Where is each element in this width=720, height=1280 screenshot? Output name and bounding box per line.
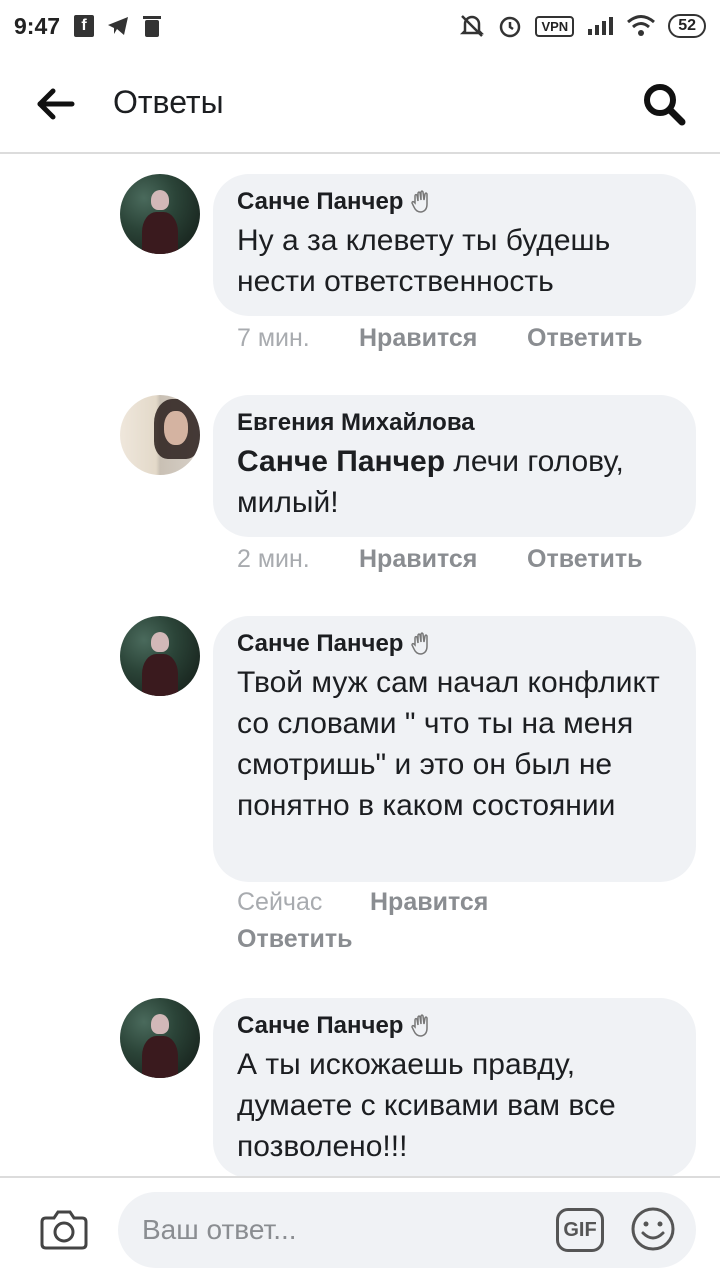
reply-input[interactable]: [142, 1192, 542, 1268]
waving-hand-icon: [411, 632, 429, 655]
like-button[interactable]: Нравится: [370, 888, 488, 917]
comment-time: Сейчас: [237, 888, 323, 916]
reply-composer: GIF: [0, 1176, 720, 1280]
comment-author[interactable]: Санче Панчер: [237, 188, 672, 216]
top-app-bar: Ответы: [0, 52, 720, 154]
comment-author[interactable]: Санче Панчер: [237, 630, 672, 658]
reply-input-container[interactable]: GIF: [118, 1192, 696, 1268]
waving-hand-icon: [411, 1014, 429, 1037]
comment-bubble[interactable]: Санче Панчер Твой муж сам начал конфликт…: [213, 616, 696, 882]
alarm-icon: [500, 16, 521, 38]
comment-author[interactable]: Евгения Михайлова: [237, 409, 672, 437]
mention-link[interactable]: Санче Панчер: [237, 445, 445, 478]
camera-icon[interactable]: [40, 1206, 88, 1250]
comment-bubble[interactable]: Санче Панчер А ты искожаешь правду, дума…: [213, 998, 696, 1178]
wifi-icon: [627, 15, 656, 36]
reply-button[interactable]: Ответить: [527, 324, 643, 353]
reply-button[interactable]: Ответить: [527, 545, 643, 574]
facebook-notification-icon: f: [74, 15, 95, 37]
mute-icon: [460, 15, 485, 37]
comment-text: Санче Панчер лечи голову, милый!: [237, 445, 624, 519]
comment-actions: 7 мин. Нравится Ответить: [237, 324, 643, 353]
trash-notification-icon: [143, 16, 162, 37]
like-button[interactable]: Нравится: [359, 324, 527, 353]
telegram-notification-icon: [108, 17, 129, 35]
battery-indicator: 52: [668, 14, 706, 38]
vpn-indicator: VPN: [535, 15, 575, 37]
comment-author[interactable]: Санче Панчер: [237, 1012, 672, 1040]
status-bar: 9:47 f VPN 52: [0, 0, 720, 52]
status-time: 9:47: [14, 12, 61, 39]
arrow-left-icon[interactable]: [36, 84, 76, 124]
comment-bubble[interactable]: Евгения Михайлова Санче Панчер лечи голо…: [213, 395, 696, 537]
waving-hand-icon: [411, 190, 429, 213]
comment-text: Ну а за клевету ты будешь нести ответств…: [237, 224, 611, 298]
avatar[interactable]: [120, 174, 200, 254]
avatar[interactable]: [120, 998, 200, 1078]
avatar[interactable]: [120, 616, 200, 696]
gif-button[interactable]: GIF: [556, 1208, 604, 1252]
comment-time: 2 мин.: [237, 545, 310, 573]
search-icon[interactable]: [642, 82, 686, 126]
comment-time: 7 мин.: [237, 324, 310, 352]
comment-actions: Сейчас Нравится Ответить: [237, 888, 537, 954]
comment-text: Твой муж сам начал конфликт со словами "…: [237, 666, 660, 822]
reply-button[interactable]: Ответить: [237, 925, 353, 954]
comment-actions: 2 мин. Нравится Ответить: [237, 545, 643, 574]
comment-bubble[interactable]: Санче Панчер Ну а за клевету ты будешь н…: [213, 174, 696, 316]
avatar[interactable]: [120, 395, 200, 475]
emoji-smile-icon[interactable]: [630, 1206, 676, 1252]
signal-icon: [588, 17, 614, 35]
page-title: Ответы: [113, 84, 224, 120]
comment-text: А ты искожаешь правду, думаете с ксивами…: [237, 1048, 616, 1163]
like-button[interactable]: Нравится: [359, 545, 527, 574]
